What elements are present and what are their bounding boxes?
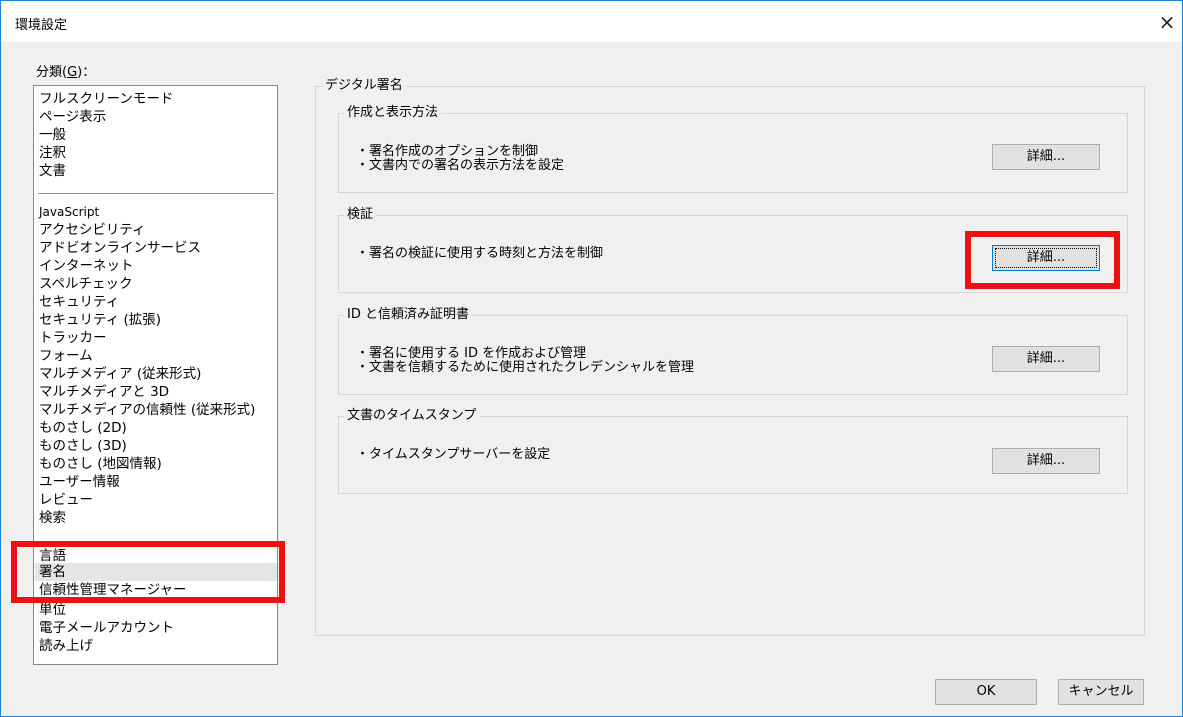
- list-item-signatures[interactable]: 署名: [35, 563, 277, 581]
- ok-button[interactable]: OK: [935, 679, 1037, 705]
- list-item-security[interactable]: セキュリティ: [39, 293, 119, 311]
- list-item-security-enhanced[interactable]: セキュリティ (拡張): [39, 311, 161, 329]
- dialog-title: 環境設定: [15, 18, 68, 33]
- verification-details-button[interactable]: 詳細...: [992, 245, 1100, 271]
- list-item-review[interactable]: レビュー: [39, 491, 93, 509]
- cancel-button[interactable]: キャンセル: [1058, 679, 1144, 705]
- list-item-adobe-online-services[interactable]: アドビオンラインサービス: [39, 239, 201, 257]
- section-creation-title: 作成と表示方法: [344, 105, 442, 121]
- section-timestamp-title: 文書のタイムスタンプ: [344, 408, 480, 424]
- list-item-general[interactable]: 一般: [39, 126, 66, 144]
- list-item-documents[interactable]: 文書: [39, 162, 66, 180]
- list-item-internet[interactable]: インターネット: [39, 257, 134, 275]
- list-item-comments[interactable]: 注釈: [39, 144, 66, 162]
- panel-title: デジタル署名: [322, 78, 406, 94]
- list-item-fullscreen[interactable]: フルスクリーンモード: [39, 90, 173, 108]
- list-item-tracker[interactable]: トラッカー: [39, 329, 107, 347]
- list-item-multimedia-3d[interactable]: マルチメディアと 3D: [39, 383, 169, 401]
- list-item-accessibility[interactable]: アクセシビリティ: [39, 221, 146, 239]
- section-verification-title: 検証: [344, 207, 377, 223]
- list-item-multimedia-legacy[interactable]: マルチメディア (従来形式): [39, 365, 201, 383]
- list-item-measuring-geo[interactable]: ものさし (地図情報): [39, 455, 162, 473]
- list-item-forms[interactable]: フォーム: [39, 347, 93, 365]
- section-timestamp-line-1: ・タイムスタンプサーバーを設定: [356, 447, 551, 462]
- list-item-multimedia-trust[interactable]: マルチメディアの信頼性 (従来形式): [39, 401, 255, 419]
- list-item-read-out-loud[interactable]: 読み上げ: [39, 637, 93, 655]
- section-creation-line-2: ・文書内での署名の表示方法を設定: [356, 158, 565, 173]
- preferences-dialog: 環境設定 × 分類(G)： フルスクリーンモード ページ表示 一般 注釈 文書 …: [0, 0, 1183, 717]
- list-item-javascript[interactable]: JavaScript: [39, 203, 99, 221]
- list-item-search[interactable]: 検索: [39, 509, 66, 527]
- categories-list[interactable]: フルスクリーンモード ページ表示 一般 注釈 文書 JavaScript アクセ…: [33, 85, 278, 665]
- focus-ring: [995, 248, 1097, 268]
- ids-details-button[interactable]: 詳細...: [992, 346, 1100, 372]
- list-item-trust-manager[interactable]: 信頼性管理マネージャー: [39, 581, 187, 599]
- list-item-page-display[interactable]: ページ表示: [39, 108, 106, 126]
- list-item-measuring-3d[interactable]: ものさし (3D): [39, 437, 127, 455]
- close-icon[interactable]: ×: [1154, 9, 1180, 35]
- list-item-identity[interactable]: ユーザー情報: [39, 473, 120, 491]
- categories-label: 分類(G)：: [36, 65, 96, 80]
- timestamp-details-button[interactable]: 詳細...: [992, 448, 1100, 474]
- title-bar: 環境設定 ×: [1, 1, 1182, 42]
- list-item-email-accounts[interactable]: 電子メールアカウント: [39, 619, 174, 637]
- section-ids-title: ID と信頼済み証明書: [344, 307, 472, 323]
- list-item-units[interactable]: 単位: [39, 601, 66, 619]
- creation-details-button[interactable]: 詳細...: [992, 144, 1100, 170]
- section-ids-line-2: ・文書を信頼するために使用されたクレデンシャルを管理: [356, 360, 695, 375]
- section-verification-line-1: ・署名の検証に使用する時刻と方法を制御: [356, 246, 604, 261]
- list-item-measuring-2d[interactable]: ものさし (2D): [39, 419, 127, 437]
- list-item-spelling[interactable]: スペルチェック: [39, 275, 133, 293]
- list-separator: [38, 193, 274, 194]
